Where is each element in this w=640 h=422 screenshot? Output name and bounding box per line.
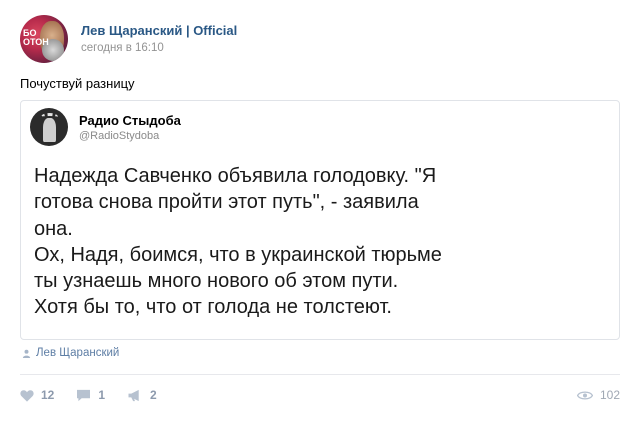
heart-icon — [20, 389, 34, 402]
post-signer[interactable]: Лев Щаранский — [22, 346, 119, 360]
quoted-text-line: Ох, Надя, боимся, что в украинской тюрьм… — [34, 243, 442, 266]
quoted-text-line: она. — [34, 217, 73, 240]
post-views: 102 — [576, 388, 620, 402]
comment-icon — [77, 389, 91, 401]
quoted-text-line: готова снова пройти этот путь", - заявил… — [34, 191, 419, 214]
like-count: 12 — [41, 388, 55, 402]
person-icon — [22, 349, 31, 358]
post-text: Почуствуй разницу — [20, 76, 135, 91]
comment-button[interactable]: 1 — [76, 388, 105, 402]
quoted-text-line: Хотя бы то, что от голода не толстеют. — [34, 296, 392, 319]
quoted-author-name: Радио Стыдоба — [79, 113, 181, 128]
author-name-link[interactable]: Лев Щаранский | Official — [81, 22, 237, 39]
avatar-text: БО ОТОН — [23, 28, 49, 47]
repost-button[interactable]: 2 — [127, 388, 157, 402]
statue-shape — [43, 118, 56, 142]
megaphone-icon — [128, 389, 139, 401]
author-avatar[interactable]: БО ОТОН — [20, 15, 68, 63]
header-text: Лев Щаранский | Official сегодня в 16:10 — [81, 22, 237, 56]
post-header: БО ОТОН Лев Щаранский | Official сегодня… — [20, 14, 237, 64]
post-time[interactable]: сегодня в 16:10 — [81, 40, 237, 56]
quoted-avatar — [30, 108, 68, 146]
repost-count: 2 — [150, 388, 157, 402]
post-actions: 12 1 2 — [20, 388, 179, 402]
comment-count: 1 — [98, 388, 106, 402]
quoted-tweet-card: Радио Стыдоба @RadioStydoba Надежда Савч… — [20, 100, 620, 340]
eye-icon — [576, 390, 593, 400]
quoted-author-handle: @RadioStydoba — [79, 130, 160, 142]
like-button[interactable]: 12 — [20, 388, 54, 402]
actions-divider — [20, 374, 620, 375]
quoted-text-line: Надежда Савченко объявила голодовку. "Я — [34, 165, 437, 187]
quoted-text: Надежда Савченко объявила голодовку. "Я … — [34, 163, 614, 321]
views-count: 102 — [599, 388, 620, 402]
signer-name-link[interactable]: Лев Щаранский — [36, 346, 119, 360]
quoted-text-line: ты узнаешь много нового об этом пути. — [34, 270, 399, 293]
